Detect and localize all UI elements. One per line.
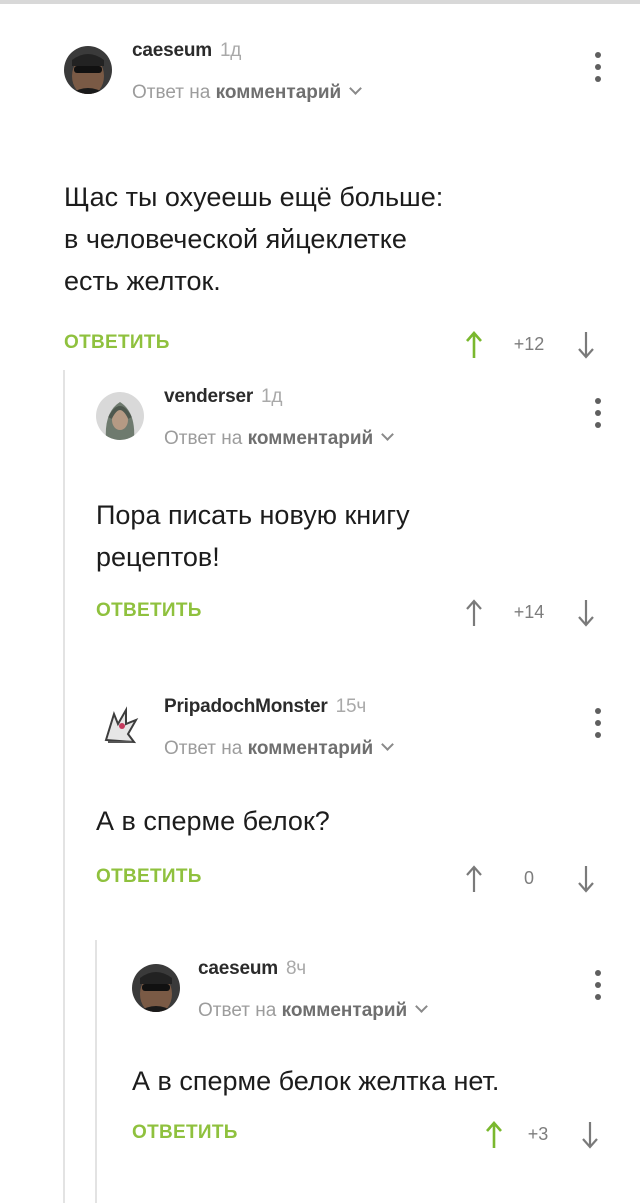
vote-controls: +14 xyxy=(454,594,614,634)
comment-caeseum-2: caeseum 8ч Ответ на комментарий А в сперм… xyxy=(132,956,614,1156)
reply-button[interactable]: ОТВЕТИТЬ xyxy=(132,1122,238,1144)
comment-pripadochmonster: PripadochMonster 15ч Ответ на комментарий… xyxy=(96,694,614,900)
comment-time: 8ч xyxy=(285,958,307,979)
vote-controls: 0 xyxy=(454,860,614,900)
comment-text: Пора писать новую книгу рецептов! xyxy=(96,500,410,572)
comment-actions: ОТВЕТИТЬ +12 xyxy=(64,326,614,366)
author-name[interactable]: caeseum 8ч xyxy=(198,958,306,980)
thread-line-1 xyxy=(63,370,65,1203)
comment-caeseum-1: caeseum 1д Ответ на комментарий Щас ты ох… xyxy=(64,38,614,366)
chevron-down-icon xyxy=(349,82,363,95)
chevron-down-icon xyxy=(415,1000,429,1013)
comment-header: venderser 1д Ответ на комментарий xyxy=(96,384,614,450)
more-vertical-icon[interactable] xyxy=(593,708,603,744)
comment-actions: ОТВЕТИТЬ +3 xyxy=(132,1116,614,1156)
author-name[interactable]: PripadochMonster 15ч xyxy=(164,696,366,718)
arrow-down-icon[interactable] xyxy=(576,330,596,360)
comment-time: 1д xyxy=(219,40,242,61)
chevron-down-icon xyxy=(381,738,395,751)
comment-header: caeseum 1д Ответ на комментарий xyxy=(64,38,614,104)
reply-to-link[interactable]: Ответ на комментарий xyxy=(164,738,395,760)
chevron-down-icon xyxy=(381,428,395,441)
arrow-up-icon[interactable] xyxy=(484,1120,504,1150)
more-vertical-icon[interactable] xyxy=(593,52,603,88)
vote-score: +14 xyxy=(513,602,545,622)
comment-time: 1д xyxy=(261,386,283,407)
arrow-up-icon[interactable] xyxy=(464,330,484,360)
reply-to-link[interactable]: Ответ на комментарий xyxy=(132,82,363,104)
reply-to-link[interactable]: Ответ на комментарий xyxy=(198,1000,429,1022)
more-vertical-icon[interactable] xyxy=(593,970,603,1006)
comment-text: Щас ты охуеешь ещё больше: в человеческой… xyxy=(64,182,444,296)
reply-button[interactable]: ОТВЕТИТЬ xyxy=(96,866,202,888)
avatar[interactable] xyxy=(96,392,144,440)
arrow-up-icon[interactable] xyxy=(464,864,484,894)
thread-line-2 xyxy=(95,940,97,1203)
top-divider xyxy=(0,0,640,4)
arrow-down-icon[interactable] xyxy=(580,1120,600,1150)
reply-button[interactable]: ОТВЕТИТЬ xyxy=(64,332,170,354)
vote-score: 0 xyxy=(523,868,534,888)
comment-actions: ОТВЕТИТЬ 0 xyxy=(96,860,614,900)
vote-controls: +3 xyxy=(484,1116,614,1156)
vote-score: +12 xyxy=(513,334,545,354)
arrow-down-icon[interactable] xyxy=(576,598,596,628)
author-name[interactable]: caeseum 1д xyxy=(132,40,241,62)
vote-controls: +12 xyxy=(454,326,614,366)
vote-score: +3 xyxy=(527,1124,549,1144)
arrow-up-icon[interactable] xyxy=(464,598,484,628)
comment-header: caeseum 8ч Ответ на комментарий xyxy=(132,956,614,1022)
author-name[interactable]: venderser 1д xyxy=(164,386,283,408)
comment-time: 15ч xyxy=(335,696,367,717)
comment-actions: ОТВЕТИТЬ +14 xyxy=(96,594,614,634)
comment-text: А в сперме белок? xyxy=(96,806,330,836)
more-vertical-icon[interactable] xyxy=(593,398,603,434)
avatar[interactable] xyxy=(96,702,144,750)
reply-button[interactable]: ОТВЕТИТЬ xyxy=(96,600,202,622)
comment-text: А в сперме белок желтка нет. xyxy=(132,1066,500,1096)
comment-venderser: venderser 1д Ответ на комментарий Пора пи… xyxy=(96,384,614,634)
arrow-down-icon[interactable] xyxy=(576,864,596,894)
avatar[interactable] xyxy=(64,46,112,94)
reply-to-link[interactable]: Ответ на комментарий xyxy=(164,428,395,450)
avatar[interactable] xyxy=(132,964,180,1012)
comment-header: PripadochMonster 15ч Ответ на комментарий xyxy=(96,694,614,760)
